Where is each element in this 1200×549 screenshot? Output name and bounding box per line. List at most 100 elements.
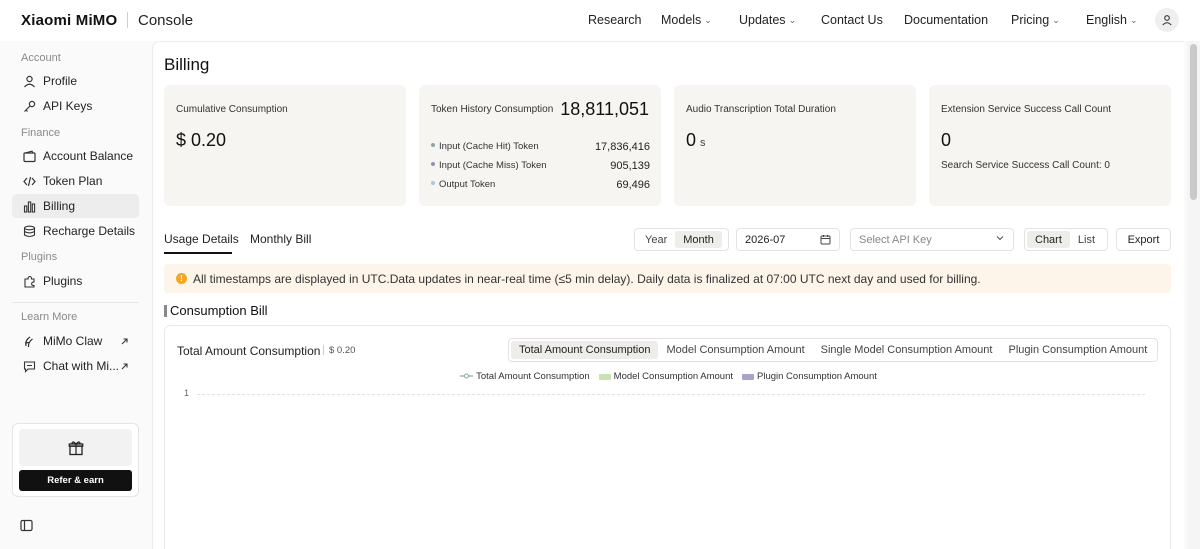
active-tab-indicator [164,252,232,254]
sidebar-item-billing[interactable]: Billing [12,194,139,218]
chart-tab-total-amount[interactable]: Total Amount Consumption [511,341,659,359]
chevron-down-icon [995,233,1005,246]
user-menu-button[interactable] [1155,8,1179,32]
sidebar-divider [12,302,139,303]
card-value: 0 [941,130,952,150]
api-key-select[interactable]: Select API Key [850,228,1014,251]
claw-icon [22,334,36,348]
sidebar-section-finance: Finance [21,127,61,139]
legend-dot [431,181,435,185]
nav-research[interactable]: Research [588,13,642,27]
sidebar-item-label: Profile [43,74,78,88]
top-nav: Xiaomi MiMO Console Research Models ⌄ Upd… [0,0,1200,41]
sidebar-item-token-plan[interactable]: Token Plan [12,169,139,193]
token-history-card: Token History Consumption 18,811,051 Inp… [419,85,661,206]
tab-usage-details[interactable]: Usage Details [164,232,239,246]
chart-total-amount: $ 0.20 [329,345,356,356]
external-link-icon [120,335,129,349]
chart-tab-plugin-amount[interactable]: Plugin Consumption Amount [1000,341,1155,359]
nav-pricing[interactable]: Pricing ⌄ [1011,13,1060,27]
sidebar-section-plugins: Plugins [21,251,58,263]
key-icon [22,99,36,113]
sidebar-item-label: Token Plan [43,174,103,188]
view-option-chart[interactable]: Chart [1027,231,1070,248]
sidebar-item-label: Chat with Mi... [43,359,120,373]
scrollbar-thumb[interactable] [1190,44,1197,200]
chart-tab-single-model-amount[interactable]: Single Model Consumption Amount [813,341,1001,359]
legend-bar-marker [598,373,611,380]
chevron-down-icon: ⌄ [704,15,712,25]
chart-tab-group: Total Amount Consumption Model Consumpti… [508,338,1159,362]
brand-divider [127,12,128,28]
sidebar-item-api-keys[interactable]: API Keys [12,94,139,118]
database-icon [22,224,36,238]
sidebar-item-profile[interactable]: Profile [12,69,139,93]
view-option-list[interactable]: List [1070,231,1103,248]
refer-card: Refer & earn [12,423,139,497]
legend-line-marker [460,371,474,382]
legend-dot [431,162,435,166]
chart-tab-model-amount[interactable]: Model Consumption Amount [658,341,812,359]
nav-contact-us[interactable]: Contact Us [821,13,883,27]
period-option-year[interactable]: Year [637,231,675,248]
sidebar-item-label: Billing [43,199,76,213]
export-button[interactable]: Export [1116,228,1171,251]
chevron-down-icon: ⌄ [788,15,797,25]
sidebar-collapse-button[interactable] [20,519,33,537]
token-row-output: Output Token 69,496 [431,179,650,191]
card-label: Token History Consumption [431,104,554,115]
tab-monthly-bill[interactable]: Monthly Bill [250,232,311,246]
user-icon [22,74,36,88]
legend-item-total[interactable]: Total Amount Consumption [460,371,590,382]
api-key-placeholder: Select API Key [859,233,932,246]
refer-banner [19,429,132,466]
sidebar-item-label: MiMo Claw [43,334,103,348]
chart-title-divider [323,345,324,355]
sidebar-section-account: Account [21,52,61,64]
nav-language[interactable]: English ⌄ [1086,13,1138,27]
refer-earn-button[interactable]: Refer & earn [19,470,132,491]
token-row-cache-miss: Input (Cache Miss) Token 905,139 [431,160,650,172]
sidebar-item-account-balance[interactable]: Account Balance [12,144,139,168]
puzzle-icon [22,274,36,288]
chat-icon [22,359,36,373]
card-label: Extension Service Success Call Count [941,104,1112,115]
section-title: Consumption Bill [164,303,268,318]
bar-chart-icon [22,199,36,213]
consumption-chart-panel: Total Amount Consumption $ 0.20 Total Am… [164,325,1171,549]
sidebar-item-label: API Keys [43,99,93,113]
legend-item-plugin[interactable]: Plugin Consumption Amount [742,371,877,382]
card-value: $ 0.20 [176,130,227,150]
date-value: 2026-07 [745,233,786,246]
nav-documentation[interactable]: Documentation [904,13,988,27]
nav-models[interactable]: Models ⌄ [661,13,712,27]
sidebar-item-label: Account Balance [43,149,134,163]
calendar-icon [820,234,831,248]
sidebar: Account Profile API Keys Finance Account… [0,41,152,549]
card-label: Audio Transcription Total Duration [686,104,836,115]
nav-updates[interactable]: Updates ⌄ [739,13,796,27]
code-icon [22,174,36,188]
wallet-icon [22,149,36,163]
legend-item-model[interactable]: Model Consumption Amount [598,371,733,382]
y-axis-tick: 1 [184,388,190,398]
card-value: 0s [686,130,706,150]
period-option-month[interactable]: Month [675,231,722,248]
notice-text: All timestamps are displayed in UTC.Data… [193,271,981,286]
sidebar-item-chat[interactable]: Chat with Mi... [12,354,139,378]
warning-icon: ! [176,273,187,284]
brand-logo[interactable]: Xiaomi MiMO [21,12,117,29]
section-marker [164,304,167,317]
card-label: Cumulative Consumption [176,104,288,115]
sidebar-item-mimo-claw[interactable]: MiMo Claw [12,329,139,353]
date-picker[interactable]: 2026-07 [736,228,840,251]
sidebar-item-plugins[interactable]: Plugins [12,269,139,293]
gift-icon [68,440,83,455]
grid-line [197,394,1145,395]
cumulative-consumption-card: Cumulative Consumption $ 0.20 [164,85,406,206]
extension-service-card: Extension Service Success Call Count 0 S… [929,85,1171,206]
console-label: Console [138,12,194,29]
sidebar-item-label: Plugins [43,274,83,288]
audio-transcription-card: Audio Transcription Total Duration 0s [674,85,916,206]
sidebar-item-recharge-details[interactable]: Recharge Details [12,219,139,243]
